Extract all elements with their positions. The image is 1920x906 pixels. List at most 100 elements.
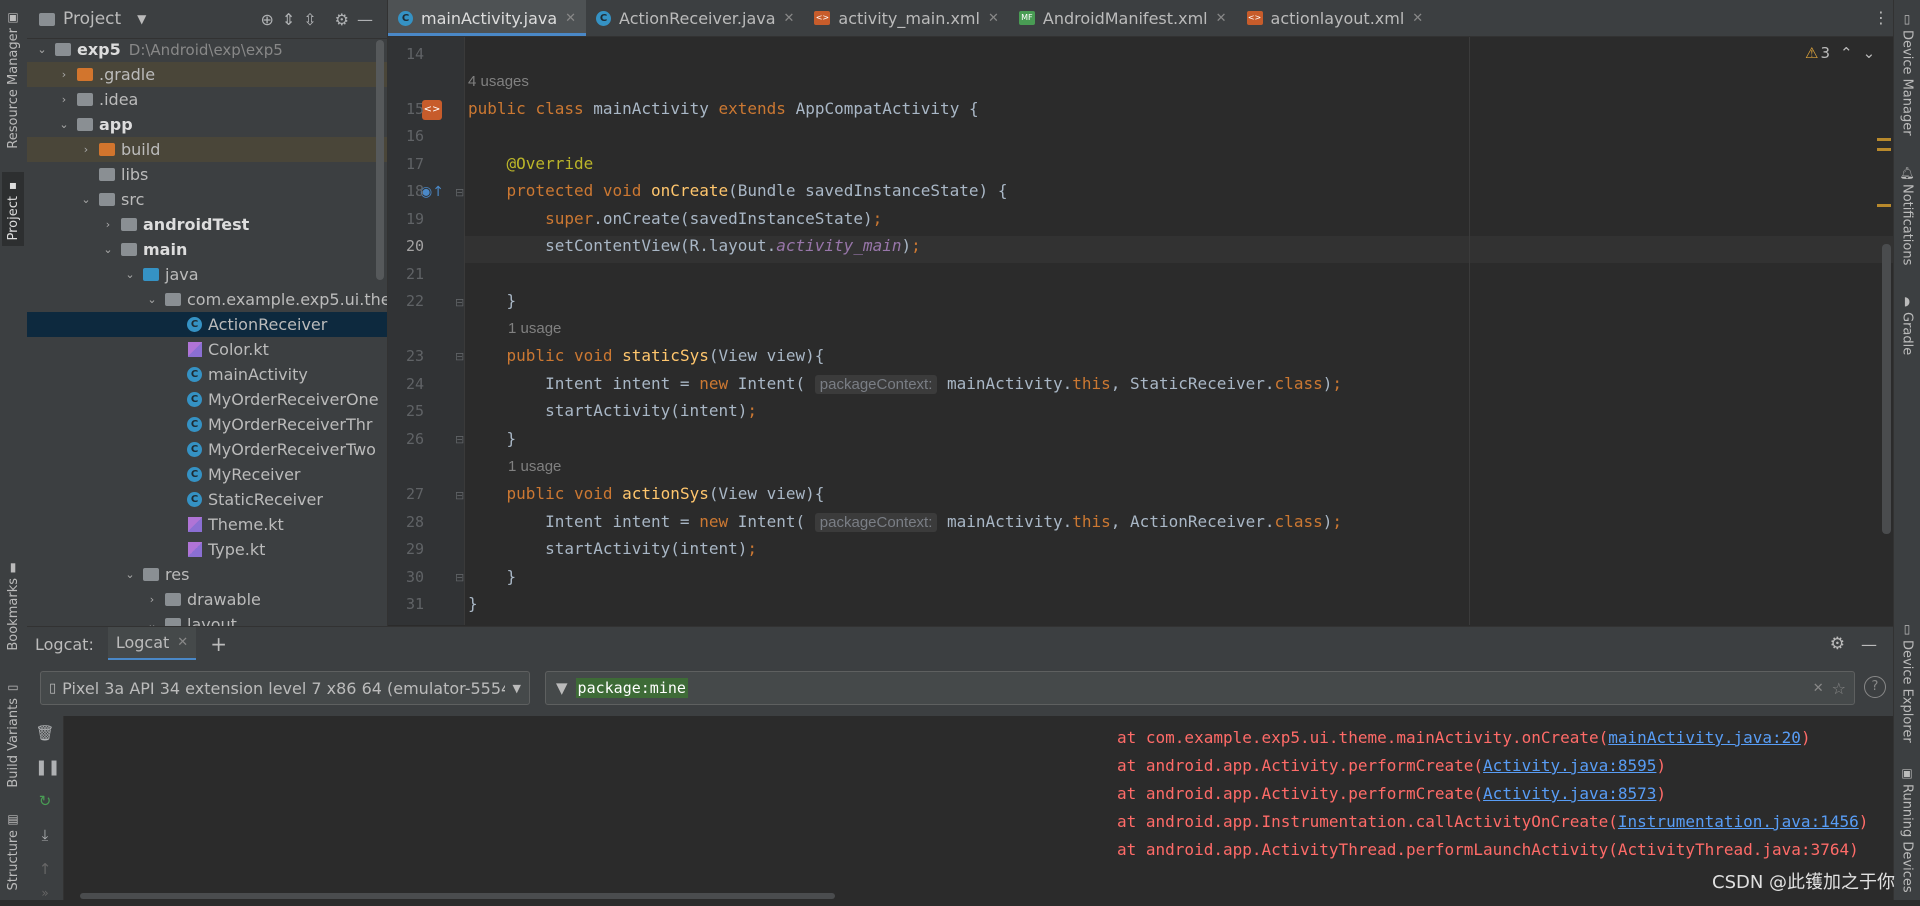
structure-tab[interactable]: ▤ Structure bbox=[2, 812, 24, 890]
pause-icon[interactable]: ❚❚ bbox=[35, 758, 60, 778]
minimize-icon[interactable]: — bbox=[357, 10, 373, 29]
tree-item-myorderreceivertwo[interactable]: C MyOrderReceiverTwo bbox=[27, 437, 387, 462]
tab-actionreceiver-java[interactable]: C ActionReceiver.java ✕ bbox=[586, 0, 804, 36]
fold-icon[interactable]: ⊟ bbox=[455, 186, 464, 199]
tree-item-color-kt[interactable]: Color.kt bbox=[27, 337, 387, 362]
close-icon[interactable]: ✕ bbox=[565, 11, 576, 26]
chevron-right-icon[interactable]: › bbox=[57, 93, 71, 106]
tree-item-libs[interactable]: libs bbox=[27, 162, 387, 187]
restart-icon[interactable]: ↻ bbox=[35, 792, 55, 812]
chevron-down-icon[interactable]: ⌄ bbox=[145, 293, 159, 306]
running-devices-tab[interactable]: ▣ Running Devices bbox=[1896, 766, 1918, 893]
code-editor[interactable] bbox=[465, 37, 1893, 625]
project-view-title[interactable]: Project bbox=[63, 9, 121, 29]
chevron-down-icon[interactable]: ⌄ bbox=[1863, 44, 1876, 62]
device-manager-tab[interactable]: ▯ Device Manager bbox=[1896, 12, 1918, 136]
gradle-tab[interactable]: ◗ Gradle bbox=[1896, 294, 1918, 355]
tree-item-exp5[interactable]: ⌄ exp5 D:\Android\exp\exp5 bbox=[27, 37, 387, 62]
close-icon[interactable]: ✕ bbox=[988, 11, 999, 26]
tree-item-gradle[interactable]: › .gradle bbox=[27, 62, 387, 87]
resource-manager-tab[interactable]: ▣ Resource Manager bbox=[2, 10, 24, 149]
fold-icon[interactable]: ⊟ bbox=[455, 350, 464, 363]
log-link[interactable]: Activity.java:8595 bbox=[1483, 756, 1656, 775]
tree-item-myreceiver[interactable]: C MyReceiver bbox=[27, 462, 387, 487]
log-link[interactable]: Instrumentation.java:1456 bbox=[1618, 812, 1859, 831]
collapse-all-icon[interactable]: ⇳ bbox=[303, 10, 316, 29]
editor-scrollbar[interactable] bbox=[1882, 244, 1891, 534]
tree-item-res[interactable]: ⌄ res bbox=[27, 562, 387, 587]
logcat-filter-input[interactable]: ▼ package:mine ✕ ☆ bbox=[545, 671, 1855, 705]
notifications-tab[interactable]: 🔔︎ Notifications bbox=[1896, 166, 1918, 265]
arrow-up-icon[interactable]: ↑ bbox=[35, 860, 55, 880]
minimize-icon[interactable]: — bbox=[1861, 635, 1877, 654]
tab-mainactivity-java[interactable]: C mainActivity.java ✕ bbox=[388, 0, 587, 36]
tree-item-app[interactable]: ⌄ app bbox=[27, 112, 387, 137]
log-link[interactable]: Activity.java:8573 bbox=[1483, 784, 1656, 803]
more-icon[interactable]: » bbox=[35, 886, 55, 906]
chevron-down-icon[interactable]: ⌄ bbox=[35, 43, 49, 56]
chevron-down-icon[interactable]: ▼ bbox=[137, 12, 146, 26]
logcat-horizontal-scrollbar[interactable] bbox=[80, 893, 835, 899]
tree-item-myorderreceiverthree[interactable]: C MyOrderReceiverThr bbox=[27, 412, 387, 437]
warning-marker[interactable] bbox=[1877, 138, 1891, 141]
bookmarks-tab[interactable]: ▮ Bookmarks bbox=[2, 560, 24, 651]
chevron-right-icon[interactable]: › bbox=[145, 593, 159, 606]
chevron-right-icon[interactable]: › bbox=[79, 143, 93, 156]
tree-item-package[interactable]: ⌄ com.example.exp5.ui.the bbox=[27, 287, 387, 312]
tree-item-build[interactable]: › build bbox=[27, 137, 387, 162]
tab-actionlayout-xml[interactable]: <> actionlayout.xml ✕ bbox=[1237, 0, 1434, 36]
inspection-widget[interactable]: ⚠ 3 ⌃ ⌄ bbox=[1805, 44, 1875, 62]
fold-icon[interactable]: ⊟ bbox=[455, 489, 464, 502]
close-icon[interactable]: ✕ bbox=[177, 635, 188, 650]
chevron-down-icon[interactable]: ⌄ bbox=[145, 618, 159, 626]
tree-item-theme-kt[interactable]: Theme.kt bbox=[27, 512, 387, 537]
clear-icon[interactable]: ✕ bbox=[1813, 681, 1824, 696]
chevron-down-icon[interactable]: ⌄ bbox=[123, 568, 137, 581]
log-link[interactable]: mainActivity.java:20 bbox=[1608, 728, 1801, 747]
project-tab[interactable]: ▪ Project bbox=[2, 172, 24, 247]
build-variants-tab[interactable]: ▭ Build Variants bbox=[2, 680, 24, 788]
fold-icon[interactable]: ⊟ bbox=[455, 433, 464, 446]
tree-item-main[interactable]: ⌄ main bbox=[27, 237, 387, 262]
chevron-down-icon[interactable]: ⌄ bbox=[101, 243, 115, 256]
chevron-down-icon[interactable]: ⌄ bbox=[57, 118, 71, 131]
device-explorer-tab[interactable]: ▯ Device Explorer bbox=[1896, 622, 1918, 743]
close-icon[interactable]: ✕ bbox=[1412, 11, 1423, 26]
warning-marker[interactable] bbox=[1877, 204, 1891, 207]
tab-activity-main-xml[interactable]: <> activity_main.xml ✕ bbox=[804, 0, 1008, 36]
tree-item-myorderreceiverone[interactable]: C MyOrderReceiverOne bbox=[27, 387, 387, 412]
fold-icon[interactable]: ⊟ bbox=[455, 571, 464, 584]
usages-hint[interactable]: 4 usages bbox=[468, 73, 529, 90]
tree-item-java[interactable]: ⌄ java bbox=[27, 262, 387, 287]
trash-icon[interactable]: 🗑︎ bbox=[35, 724, 55, 744]
tree-item-actionreceiver[interactable]: C ActionReceiver bbox=[27, 312, 387, 337]
layout-file-icon[interactable]: <> bbox=[422, 100, 442, 120]
chevron-up-icon[interactable]: ⌃ bbox=[1840, 44, 1853, 62]
locate-icon[interactable]: ⊕ bbox=[260, 10, 273, 29]
close-icon[interactable]: ✕ bbox=[784, 11, 795, 26]
chevron-down-icon[interactable]: ⌄ bbox=[79, 193, 93, 206]
add-tab-icon[interactable]: + bbox=[210, 632, 227, 656]
tree-item-drawable[interactable]: › drawable bbox=[27, 587, 387, 612]
gear-icon[interactable]: ⚙ bbox=[335, 10, 349, 29]
tree-item-mainactivity[interactable]: C mainActivity bbox=[27, 362, 387, 387]
close-icon[interactable]: ✕ bbox=[1216, 11, 1227, 26]
tree-item-idea[interactable]: › .idea bbox=[27, 87, 387, 112]
tab-logcat[interactable]: Logcat ✕ bbox=[107, 627, 197, 661]
help-icon[interactable]: ? bbox=[1864, 676, 1886, 698]
usages-hint[interactable]: 1 usage bbox=[508, 458, 561, 475]
tree-item-layout[interactable]: ⌄ layout bbox=[27, 612, 387, 626]
fold-icon[interactable]: ⊟ bbox=[455, 296, 464, 309]
more-vertical-icon[interactable]: ⋮ bbox=[1869, 0, 1893, 36]
usages-hint[interactable]: 1 usage bbox=[508, 320, 561, 337]
tree-item-androidtest[interactable]: › androidTest bbox=[27, 212, 387, 237]
tab-androidmanifest-xml[interactable]: MF AndroidManifest.xml ✕ bbox=[1009, 0, 1237, 36]
expand-all-icon[interactable]: ⇕ bbox=[282, 10, 295, 29]
chevron-right-icon[interactable]: › bbox=[101, 218, 115, 231]
tree-item-staticreceiver[interactable]: C StaticReceiver bbox=[27, 487, 387, 512]
tree-item-src[interactable]: ⌄ src bbox=[27, 187, 387, 212]
chevron-right-icon[interactable]: › bbox=[57, 68, 71, 81]
scroll-to-end-icon[interactable]: ⤓ bbox=[35, 826, 55, 846]
warning-marker[interactable] bbox=[1877, 148, 1891, 151]
project-scrollbar[interactable] bbox=[376, 40, 384, 280]
